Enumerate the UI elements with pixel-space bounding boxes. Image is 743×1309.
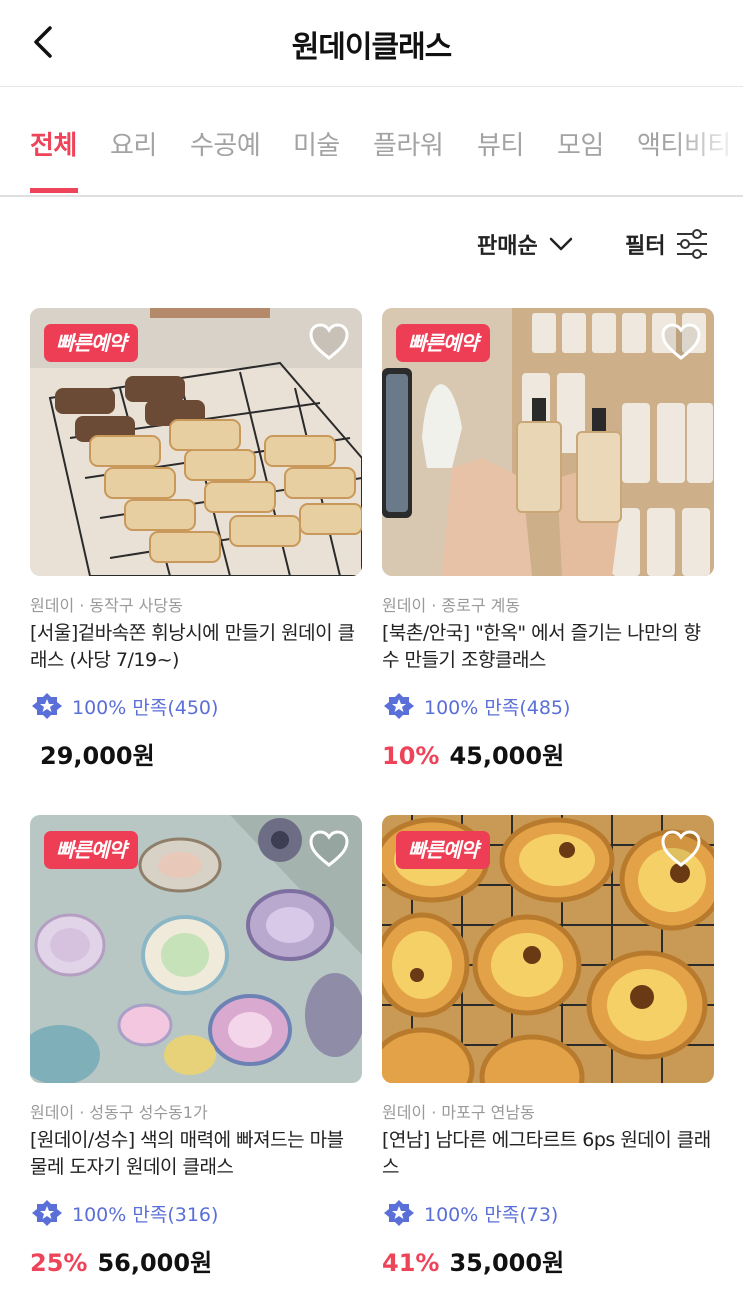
chevron-down-icon <box>549 237 572 251</box>
product-price-row: 41% 35,000원 <box>382 1243 564 1278</box>
product-name[interactable]: [원데이/성수] 색의 매력에 빠져드는 마블 물레 도자기 원데이 클래스 <box>30 1127 362 1181</box>
product-name[interactable]: [서울]겉바속쫀 휘낭시에 만들기 원데이 클래스 (사당 7/19~) <box>30 620 362 674</box>
tab-cooking[interactable]: 요리 <box>110 125 157 162</box>
product-name[interactable]: [북촌/안국] "한옥" 에서 즐기는 나만의 향수 만들기 조향클래스 <box>382 620 714 674</box>
discount-rate: 41% <box>382 1249 440 1277</box>
product-card[interactable]: 빠른예약 원데이 · 종로구 계동 [북촌/안국] "한옥" 에서 즐기는 나만… <box>382 308 714 778</box>
fast-booking-badge: 빠른예약 <box>44 324 138 362</box>
filter-button[interactable]: 필터 <box>625 226 709 262</box>
rating-text: 100% 만족(485) <box>424 696 571 719</box>
filter-label: 필터 <box>625 234 666 259</box>
product-price: 45,000원 <box>449 742 565 770</box>
product-price-row: 10% 45,000원 <box>382 736 564 771</box>
product-card[interactable]: 빠른예약 원데이 · 마포구 연남동 [연남] 남다른 에그타르트 6ps 원데… <box>382 815 714 1285</box>
product-card[interactable]: 빠른예약 원데이 · 성동구 성수동1가 [원데이/성수] 색의 매력에 빠져드… <box>30 815 362 1285</box>
product-price-row: 25% 56,000원 <box>30 1243 212 1278</box>
tab-all[interactable]: 전체 <box>30 125 77 162</box>
product-location: 원데이 · 마포구 연남동 <box>382 1103 535 1122</box>
sliders-icon <box>677 229 708 259</box>
product-price: 35,000원 <box>449 1249 565 1277</box>
product-price-row: 29,000원 <box>30 736 155 771</box>
product-image-ceramics[interactable]: 빠른예약 <box>30 815 362 1083</box>
tab-crafts[interactable]: 수공예 <box>190 125 261 162</box>
product-card[interactable]: 빠른예약 원데이 · 동작구 사당동 [서울]겉바속쫀 휘낭시에 만들기 원데이… <box>30 308 362 778</box>
fast-booking-badge: 빠른예약 <box>396 324 490 362</box>
sort-dropdown[interactable]: 판매순 <box>477 226 576 262</box>
app-header: 원데이클래스 <box>0 0 743 87</box>
satisfaction-badge-icon <box>32 1200 62 1226</box>
product-price: 56,000원 <box>97 1249 213 1277</box>
product-location: 원데이 · 종로구 계동 <box>382 596 521 615</box>
product-name[interactable]: [연남] 남다른 에그타르트 6ps 원데이 클래스 <box>382 1127 714 1181</box>
product-rating: 100% 만족(73) <box>382 1199 558 1227</box>
page-title: 원데이클래스 <box>291 30 453 65</box>
heart-icon[interactable] <box>308 829 350 869</box>
tab-art[interactable]: 미술 <box>293 125 340 162</box>
rating-text: 100% 만족(450) <box>72 696 219 719</box>
satisfaction-badge-icon <box>32 693 62 719</box>
rating-text: 100% 만족(316) <box>72 1203 219 1226</box>
fast-booking-badge: 빠른예약 <box>44 831 138 869</box>
product-image-perfume[interactable]: 빠른예약 <box>382 308 714 576</box>
satisfaction-badge-icon <box>384 1200 414 1226</box>
active-tab-indicator <box>30 188 78 193</box>
discount-rate: 25% <box>30 1249 88 1277</box>
product-image-egg-tart[interactable]: 빠른예약 <box>382 815 714 1083</box>
product-rating: 100% 만족(450) <box>30 692 218 720</box>
product-image-financier[interactable]: 빠른예약 <box>30 308 362 576</box>
product-price: 29,000원 <box>40 742 155 770</box>
tabs-fade <box>673 87 743 191</box>
fast-booking-badge: 빠른예약 <box>396 831 490 869</box>
heart-icon[interactable] <box>660 829 702 869</box>
tab-beauty[interactable]: 뷰티 <box>477 125 524 162</box>
satisfaction-badge-icon <box>384 693 414 719</box>
heart-icon[interactable] <box>308 322 350 362</box>
heart-icon[interactable] <box>660 322 702 362</box>
category-tabs: 전체 요리 수공예 미술 플라워 뷰티 모임 액티비티 <box>0 87 743 197</box>
product-location: 원데이 · 동작구 사당동 <box>30 596 183 615</box>
tab-meetup[interactable]: 모임 <box>557 125 604 162</box>
product-location: 원데이 · 성동구 성수동1가 <box>30 1103 208 1122</box>
tab-flower[interactable]: 플라워 <box>373 125 444 162</box>
discount-rate: 10% <box>382 742 440 770</box>
sort-label: 판매순 <box>477 234 538 259</box>
product-rating: 100% 만족(316) <box>30 1199 218 1227</box>
product-rating: 100% 만족(485) <box>382 692 570 720</box>
rating-text: 100% 만족(73) <box>424 1203 559 1226</box>
